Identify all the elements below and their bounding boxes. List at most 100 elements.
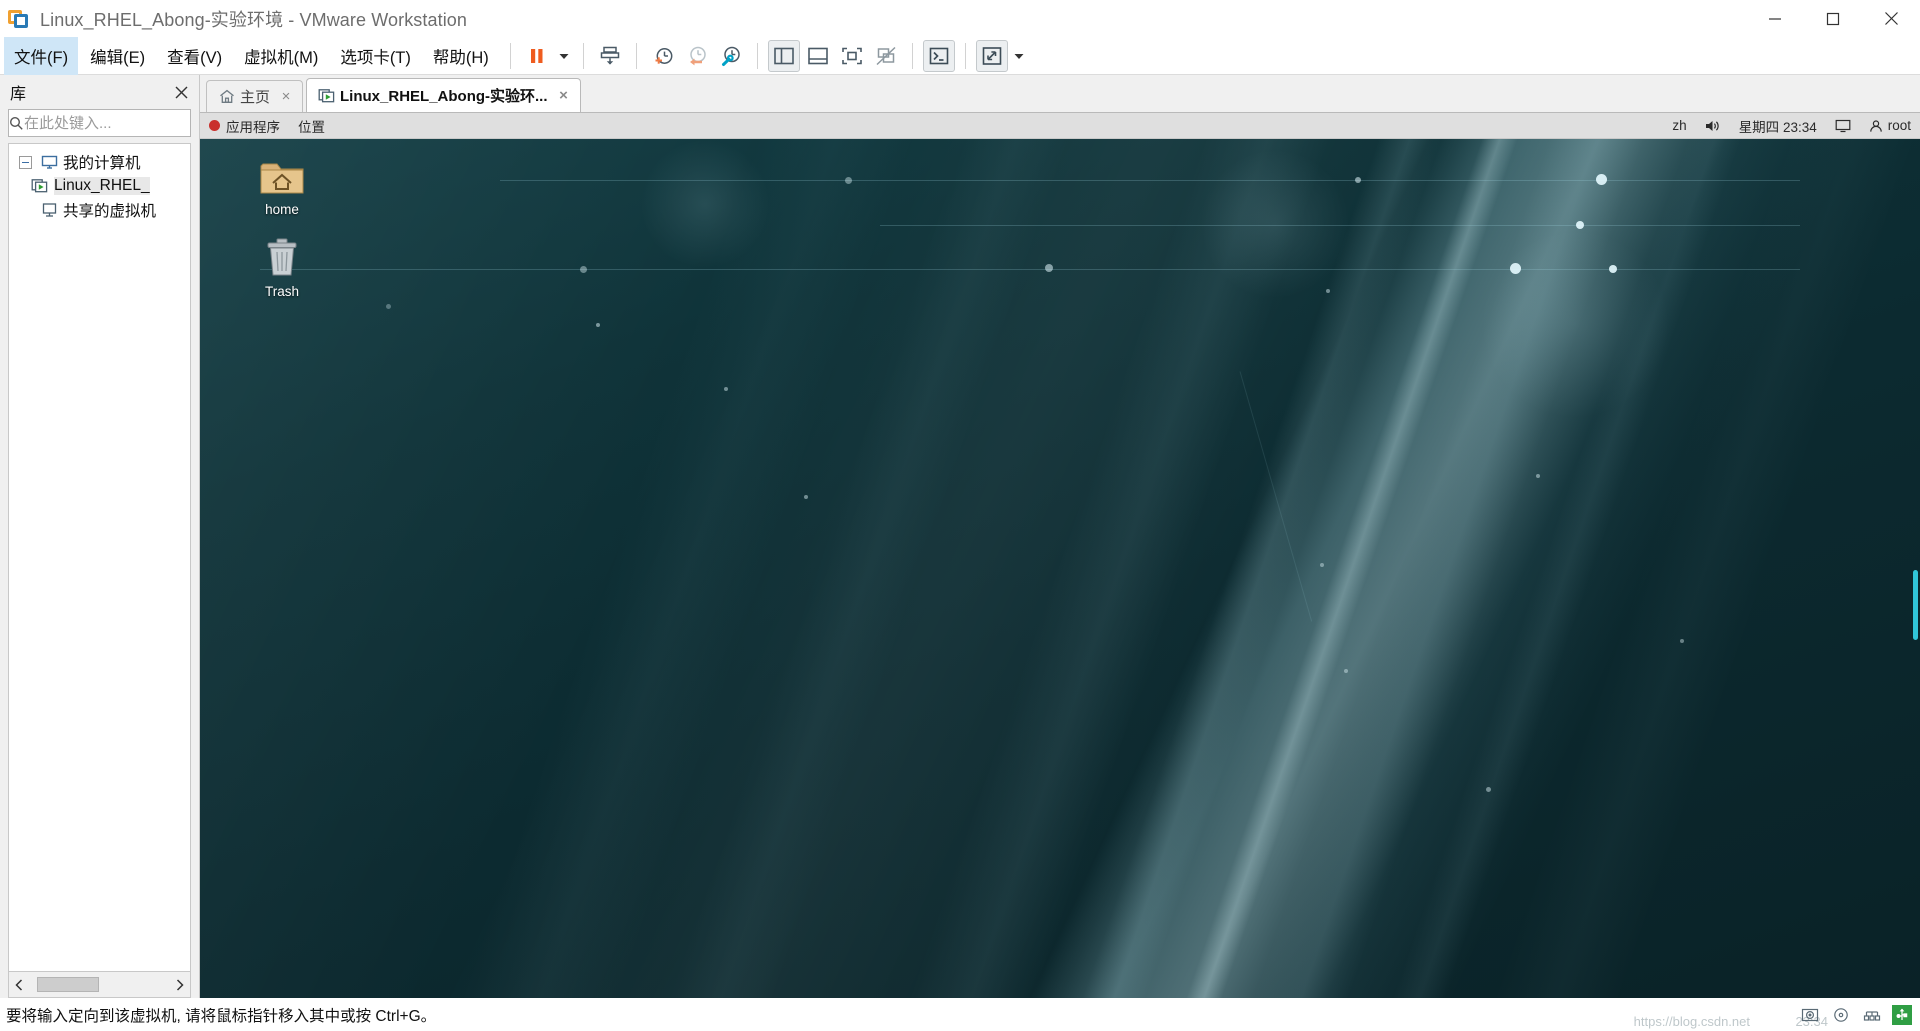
- scroll-thumb[interactable]: [37, 976, 99, 992]
- resize-diagonal-icon: [982, 46, 1002, 65]
- tab-label: Linux_RHEL_Abong-实验环...: [340, 88, 548, 105]
- send-ctrl-alt-del-button[interactable]: [594, 40, 626, 72]
- search-input[interactable]: [24, 114, 223, 132]
- manage-snapshots-button[interactable]: [715, 40, 747, 72]
- guest-volume-button[interactable]: [1696, 113, 1730, 139]
- hard-disk-status-icon[interactable]: [1799, 1004, 1821, 1026]
- vm-running-icon: [29, 178, 51, 194]
- menu-file[interactable]: 文件(F): [4, 36, 79, 75]
- scroll-right-button[interactable]: [170, 973, 190, 997]
- autofit-button[interactable]: [975, 39, 1008, 72]
- folder-home-icon: [240, 147, 324, 197]
- scroll-track[interactable]: [29, 972, 170, 997]
- toggle-thumbnail-bar-button[interactable]: [802, 40, 834, 72]
- volume-icon: [1705, 120, 1719, 131]
- wallpaper-node: [845, 177, 852, 184]
- take-snapshot-button[interactable]: [647, 40, 679, 72]
- desktop-icon-label: home: [265, 202, 299, 217]
- tree-item-shared-vms[interactable]: 共享的虚拟机: [9, 198, 190, 222]
- tab-close-button[interactable]: ×: [556, 87, 572, 104]
- toggle-library-button[interactable]: [767, 39, 800, 72]
- vm-running-icon: [317, 88, 337, 104]
- tab-strip: 主页 × Linux_RHEL_Abong-实验环... ×: [200, 75, 1920, 113]
- close-button[interactable]: [1862, 0, 1920, 37]
- cd-dvd-status-icon[interactable]: [1830, 1004, 1852, 1026]
- toolbar-divider: [756, 42, 758, 69]
- menu-vm[interactable]: 虚拟机(M): [234, 37, 328, 75]
- menu-view[interactable]: 查看(V): [157, 37, 232, 75]
- vm-console[interactable]: 应用程序 位置 zh 星期四 23:34 root home Trash: [200, 113, 1920, 998]
- trash-icon: [240, 229, 324, 279]
- network-status-icon[interactable]: [1861, 1004, 1883, 1026]
- power-pause-button[interactable]: [521, 40, 553, 72]
- toolbar-divider: [964, 42, 966, 69]
- wallpaper-node: [804, 495, 808, 499]
- guest-clock[interactable]: 星期四 23:34: [1730, 113, 1826, 139]
- chevron-down-icon: [559, 53, 569, 59]
- collapse-toggle-icon[interactable]: [19, 155, 32, 169]
- wallpaper-glow: [640, 139, 770, 269]
- status-bar: 要将输入定向到该虚拟机, 请将鼠标指针移入其中或按 Ctrl+G。 https:…: [0, 998, 1920, 1031]
- toolbar-divider: [509, 42, 511, 69]
- wallpaper-node: [1045, 264, 1053, 272]
- library-panel-icon: [773, 47, 794, 64]
- guest-datetime-label: 星期四 23:34: [1738, 119, 1817, 135]
- unity-mode-button[interactable]: [870, 40, 902, 72]
- chevron-down-icon: [1014, 53, 1024, 59]
- guest-top-panel: 应用程序 位置 zh 星期四 23:34 root: [200, 113, 1920, 139]
- revert-snapshot-button[interactable]: [681, 40, 713, 72]
- wallpaper-node: [1510, 263, 1521, 274]
- library-search-box[interactable]: [8, 109, 235, 137]
- thumbnail-bar-icon: [807, 47, 828, 64]
- guest-scrollbar-thumb[interactable]: [1913, 570, 1918, 640]
- console-view-button[interactable]: [922, 39, 955, 72]
- wallpaper-node: [1536, 474, 1540, 478]
- guest-places-menu[interactable]: 位置: [289, 113, 334, 139]
- tree-item-linux-rhel[interactable]: Linux_RHEL_: [9, 174, 190, 198]
- desktop-icon-home[interactable]: home: [240, 147, 324, 217]
- minimize-button[interactable]: [1746, 0, 1804, 37]
- autofit-dropdown-caret[interactable]: [1009, 40, 1029, 72]
- unity-mode-disabled-icon: [876, 46, 896, 65]
- menu-tabs[interactable]: 选项卡(T): [330, 37, 421, 75]
- chevron-right-icon: [176, 978, 184, 991]
- vmware-workstation-icon: [8, 8, 30, 30]
- guest-applications-menu[interactable]: 应用程序: [200, 113, 289, 139]
- guest-places-label: 位置: [298, 119, 325, 135]
- send-keys-icon: [600, 46, 620, 65]
- guest-desktop[interactable]: home Trash: [200, 139, 1920, 998]
- status-device-icons: [1799, 1004, 1912, 1026]
- toolbar-divider: [582, 42, 584, 69]
- guest-input-source[interactable]: zh: [1663, 113, 1695, 139]
- power-dropdown-caret[interactable]: [554, 40, 574, 72]
- home-icon: [217, 89, 237, 104]
- guest-display-button[interactable]: [1826, 113, 1860, 139]
- library-title: 库: [10, 86, 27, 103]
- activity-indicator-icon: [209, 120, 220, 131]
- wallpaper-node: [1609, 265, 1617, 273]
- library-close-button[interactable]: [171, 82, 191, 102]
- menu-help[interactable]: 帮助(H): [423, 37, 499, 75]
- wallpaper-node: [1344, 669, 1348, 673]
- wallpaper-node: [1355, 177, 1361, 183]
- guest-scrollbar[interactable]: [1908, 165, 1920, 998]
- guest-user-menu[interactable]: root: [1860, 113, 1920, 139]
- menu-bar: 文件(F) 编辑(E) 查看(V) 虚拟机(M) 选项卡(T) 帮助(H): [0, 36, 1920, 75]
- snapshot-manage-icon: [721, 46, 740, 66]
- tab-linux-rhel-abong[interactable]: Linux_RHEL_Abong-实验环... ×: [306, 78, 581, 112]
- ghost-watermark: https://blog.csdn.net: [1633, 1014, 1750, 1029]
- tab-home[interactable]: 主页 ×: [206, 80, 304, 112]
- wallpaper-glow: [1200, 149, 1350, 299]
- scroll-left-button[interactable]: [9, 973, 29, 997]
- wallpaper-node: [1576, 221, 1584, 229]
- usb-status-icon[interactable]: [1892, 1004, 1912, 1025]
- maximize-button[interactable]: [1804, 0, 1862, 37]
- desktop-icon-trash[interactable]: Trash: [240, 229, 324, 299]
- tree-item-my-computer[interactable]: 我的计算机: [9, 150, 190, 174]
- library-horizontal-scrollbar[interactable]: [8, 972, 191, 998]
- window-title: Linux_RHEL_Abong-实验环境 - VMware Workstati…: [40, 9, 468, 30]
- toolbar-divider: [911, 42, 913, 69]
- tab-close-button[interactable]: ×: [278, 88, 294, 105]
- menu-edit[interactable]: 编辑(E): [80, 37, 155, 75]
- enter-fullscreen-button[interactable]: [836, 40, 868, 72]
